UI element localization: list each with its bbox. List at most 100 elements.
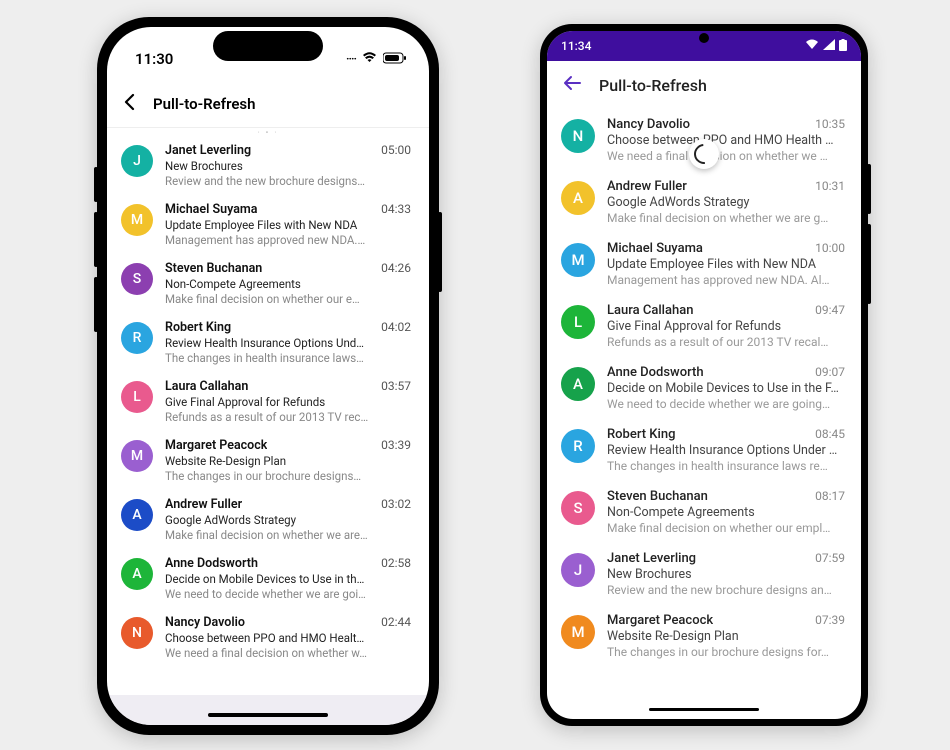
email-row[interactable]: S Steven Buchanan 08:17 Non-Compete Agreeme… — [547, 481, 861, 543]
email-time: 10:00 — [815, 241, 845, 255]
avatar: M — [561, 243, 595, 277]
email-subject: Google AdWords Strategy — [165, 513, 411, 527]
sender-name: Anne Dodsworth — [607, 365, 704, 380]
email-preview: Review and the new brochure designs… — [165, 174, 411, 188]
email-topline: Margaret Peacock07:39 — [607, 613, 845, 628]
email-topline: Robert King08:45 — [607, 427, 845, 442]
email-topline: Andrew Fuller10:31 — [607, 179, 845, 194]
avatar: J — [121, 145, 153, 177]
email-row[interactable]: M Margaret Peacock 03:39 Website Re-Design … — [107, 431, 429, 490]
email-content: Nancy Davolio02:44Choose between PPO and… — [165, 615, 411, 660]
email-preview: Make final decision on whether we are… — [165, 528, 411, 542]
iphone-device-frame: 11:30 ···· Pull-to-Refresh · • · — [97, 17, 439, 735]
email-row[interactable]: L Laura Callahan09:47Give Final Approval … — [547, 295, 861, 357]
email-topline: Janet Leverling05:00 — [165, 143, 411, 158]
avatar: S — [121, 263, 153, 295]
email-topline: Andrew Fuller03:02 — [165, 497, 411, 512]
avatar: R — [561, 429, 595, 463]
android-device-frame: 11:34 Pull-to-Refresh — [540, 24, 868, 726]
android-email-list[interactable]: NNancy Davolio10:35Choose between PPO an… — [547, 109, 861, 667]
email-time: 03:57 — [381, 379, 411, 393]
email-time: 04:26 — [381, 261, 411, 275]
email-content: Steven Buchanan 08:17 Non-Compete Agreemen… — [607, 489, 845, 535]
email-time: 10:35 — [815, 117, 845, 131]
email-row[interactable]: AAndrew Fuller03:02Google AdWords Strate… — [107, 490, 429, 549]
email-topline: Laura Callahan09:47 — [607, 303, 845, 318]
back-button[interactable] — [123, 93, 135, 115]
email-subject: Review Health Insurance Options Under … — [607, 443, 845, 458]
sender-name: Michael Suyama — [165, 202, 257, 217]
email-preview: Make final decision on whether our empl… — [607, 521, 845, 535]
avatar: M — [121, 440, 153, 472]
android-app-header: Pull-to-Refresh — [547, 61, 861, 109]
email-subject: Non-Compete Agreements — [607, 505, 845, 520]
email-row[interactable]: RRobert King04:02Review Health Insurance… — [107, 313, 429, 372]
email-preview: The changes in our brochure designs… — [165, 469, 411, 483]
email-subject: Decide on Mobile Devices to Use in the F… — [607, 381, 845, 396]
email-subject: Non-Compete Agreements — [165, 277, 411, 291]
email-time: 03:02 — [381, 497, 411, 511]
email-subject: New Brochures — [607, 567, 845, 582]
chevron-left-icon — [123, 93, 135, 111]
email-topline: Nancy Davolio10:35 — [607, 117, 845, 132]
email-row[interactable]: AAndrew Fuller10:31Google AdWords Strate… — [547, 171, 861, 233]
email-row[interactable]: MMargaret Peacock07:39Website Re-Design … — [547, 605, 861, 667]
avatar: N — [121, 617, 153, 649]
email-row[interactable]: N Nancy Davolio02:44Choose between PPO an… — [107, 608, 429, 667]
sender-name: Margaret Peacock — [165, 438, 267, 453]
email-row[interactable]: R Robert King08:45Review Health Insurance… — [547, 419, 861, 481]
email-topline: Laura Callahan03:57 — [165, 379, 411, 394]
email-row[interactable]: JJanet Leverling07:59New BrochuresReview… — [547, 543, 861, 605]
email-time: 08:17 — [815, 489, 845, 503]
email-time: 02:44 — [381, 615, 411, 629]
android-status-right — [805, 39, 847, 54]
email-subject: Update Employee Files with New NDA — [607, 257, 845, 272]
email-subject: Choose between PPO and HMO Healt… — [165, 631, 411, 645]
ios-email-list[interactable]: J Janet Leverling05:00New BrochuresReview… — [107, 136, 429, 667]
email-time: 04:33 — [381, 202, 411, 216]
email-content: Robert King08:45Review Health Insurance … — [607, 427, 845, 473]
email-topline: Nancy Davolio02:44 — [165, 615, 411, 630]
avatar: S — [561, 491, 595, 525]
email-row[interactable]: MMichael Suyama04:33Update Employee File… — [107, 195, 429, 254]
email-row[interactable]: S Steven Buchanan 04:26 Non-Compete Agreeme… — [107, 254, 429, 313]
email-content: Michael Suyama04:33Update Employee Files… — [165, 202, 411, 247]
email-subject: New Brochures — [165, 159, 411, 173]
email-content: Steven Buchanan 04:26 Non-Compete Agreemen… — [165, 261, 411, 306]
spinner-icon — [690, 140, 718, 168]
email-topline: Robert King04:02 — [165, 320, 411, 335]
battery-icon — [383, 52, 407, 67]
email-time: 05:00 — [381, 143, 411, 157]
email-content: Michael Suyama 10:00 Update Employee Files… — [607, 241, 845, 287]
email-preview: Management has approved new NDA.… — [165, 233, 411, 247]
sender-name: Michael Suyama — [607, 241, 703, 256]
email-preview: The changes in our brochure designs for… — [607, 645, 845, 659]
sender-name: Steven Buchanan — [607, 489, 708, 504]
pull-indicator-dots: · • · — [107, 128, 429, 136]
avatar: R — [121, 322, 153, 354]
email-content: Margaret Peacock 03:39 Website Re-Design P… — [165, 438, 411, 483]
email-subject: Website Re-Design Plan — [165, 454, 411, 468]
back-button[interactable] — [563, 75, 581, 95]
email-row[interactable]: M Michael Suyama 10:00 Update Employee File… — [547, 233, 861, 295]
page-title: Pull-to-Refresh — [599, 76, 707, 95]
email-row[interactable]: AAnne Dodsworth02:58Decide on Mobile Dev… — [107, 549, 429, 608]
email-row[interactable]: LLaura Callahan03:57Give Final Approval … — [107, 372, 429, 431]
email-row[interactable]: J Janet Leverling05:00New BrochuresReview… — [107, 136, 429, 195]
android-camera-punch-hole — [699, 33, 709, 43]
email-row[interactable]: AAnne Dodsworth09:07Decide on Mobile Dev… — [547, 357, 861, 419]
sender-name: Robert King — [165, 320, 231, 335]
sender-name: Steven Buchanan — [165, 261, 262, 276]
email-topline: Michael Suyama 04:33 — [165, 202, 411, 217]
iphone-power-button — [438, 212, 442, 292]
email-time: 07:59 — [815, 551, 845, 565]
avatar: L — [561, 305, 595, 339]
ios-footer-strip — [107, 695, 429, 725]
email-content: Janet Leverling07:59New BrochuresReview … — [607, 551, 845, 597]
email-preview: Review and the new brochure designs an… — [607, 583, 845, 597]
sender-name: Margaret Peacock — [607, 613, 713, 628]
android-power-button — [867, 164, 871, 214]
email-preview: We need a final decision on whether we … — [607, 149, 845, 163]
email-time: 03:39 — [381, 438, 411, 452]
email-content: Laura Callahan09:47Give Final Approval f… — [607, 303, 845, 349]
